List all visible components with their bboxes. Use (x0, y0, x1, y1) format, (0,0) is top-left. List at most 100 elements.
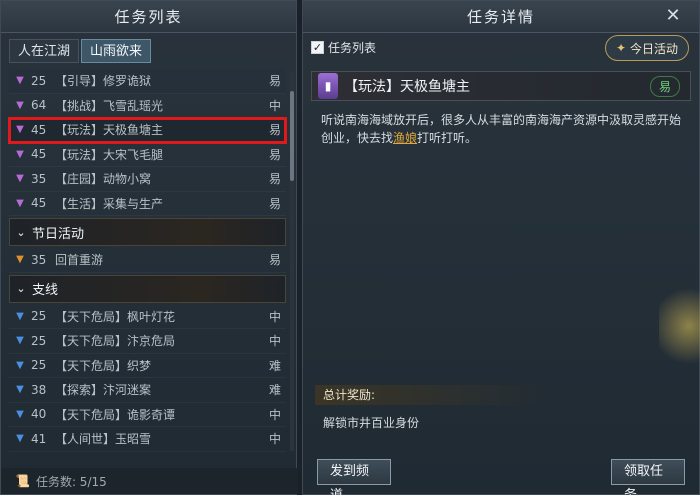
expand-arrow-icon: ▼ (16, 197, 24, 209)
daily-activity-button[interactable]: ✦ 今日活动 (605, 35, 689, 61)
quest-title: 【玩法】天极鱼塘主 (344, 79, 470, 95)
expand-arrow-icon: ▼ (16, 359, 24, 371)
task-row[interactable]: ▼ 41 【人间世】玉昭雪 中 (9, 427, 286, 452)
section-title: 支线 (32, 283, 59, 298)
task-name: 【生活】采集与生产 (55, 196, 164, 211)
reward-text: 解锁市井百业身份 (323, 416, 420, 430)
close-icon[interactable]: ✕ (663, 5, 685, 27)
task-name: 【人间世】玉昭雪 (55, 432, 152, 447)
task-difficulty: 难 (268, 383, 281, 398)
task-row[interactable]: ▼ 25 【天下危局】汴京危局 中 (9, 329, 286, 354)
task-difficulty: 中 (268, 98, 281, 113)
expand-arrow-icon: ▼ (16, 408, 24, 420)
task-difficulty: 易 (268, 74, 281, 89)
chevron-down-icon: ⌄ (16, 282, 26, 295)
task-difficulty: 中 (268, 407, 281, 422)
task-difficulty: 难 (268, 358, 281, 373)
daily-activity-label: 今日活动 (630, 41, 679, 56)
expand-arrow-icon: ▼ (16, 173, 24, 185)
chevron-down-icon: ⌄ (16, 225, 26, 239)
npc-link[interactable]: 渔娘 (393, 131, 417, 145)
task-name: 【庄园】动物小窝 (55, 172, 152, 187)
expand-arrow-icon: ▼ (16, 433, 24, 445)
task-row[interactable]: ▼ 25 【天下危局】枫叶灯花 中 (9, 305, 286, 329)
task-row[interactable]: ▼ 64 【挑战】飞雪乱瑶光 中 (9, 94, 286, 118)
task-row[interactable]: ▼ 45 【玩法】天极鱼塘主 易 (8, 117, 287, 144)
task-level: 25 (31, 73, 47, 88)
task-count-bar: 📜 任务数: 5/15 (1, 468, 298, 494)
task-level: 45 (31, 122, 47, 137)
accept-task-button[interactable]: 领取任务 (611, 459, 685, 495)
reward-label: 总计奖励: (315, 385, 555, 405)
task-name: 【探索】汴河迷案 (55, 383, 152, 398)
task-row[interactable]: ▼ 45 【生活】采集与生产 易 (9, 192, 286, 216)
task-level: 35 (31, 252, 47, 267)
task-list-header: 任务列表 (1, 1, 296, 33)
expand-arrow-icon: ▼ (16, 99, 24, 111)
task-level: 45 (31, 196, 47, 211)
section-header[interactable]: ⌄ 节日活动 (9, 218, 286, 246)
task-row[interactable]: ▼ 40 【天下危局】诡影奇谭 中 (9, 403, 286, 427)
task-level: 40 (31, 407, 47, 422)
task-difficulty: 易 (268, 172, 281, 187)
scrollbar-thumb[interactable] (290, 91, 294, 181)
task-count-label: 任务数: 5/15 (35, 474, 107, 489)
task-level: 25 (31, 358, 47, 373)
task-name: 【挑战】飞雪乱瑶光 (55, 98, 164, 113)
task-detail-header: 任务详情 ✕ (303, 1, 699, 33)
task-difficulty: 易 (268, 147, 281, 162)
task-difficulty: 易 (268, 123, 281, 138)
task-name: 【引导】修罗诡狱 (55, 74, 152, 89)
section-title: 节日活动 (32, 226, 85, 242)
scroll-icon: 📜 (15, 474, 30, 488)
quest-card-icon: ▮ (318, 73, 338, 99)
task-list-scrollbar[interactable] (290, 71, 294, 451)
section-header[interactable]: ⌄ 支线 (9, 274, 286, 303)
quest-difficulty-badge: 易 (649, 75, 680, 97)
expand-arrow-icon: ▼ (16, 310, 24, 322)
desc-text: 听说南海海域放开后，很多人从丰富的南海海产资源中汲取灵感开始创业，快去找 (321, 113, 682, 145)
desc-text-end: 打听打听。 (417, 131, 478, 145)
quest-description: 听说南海海域放开后，很多人从丰富的南海海产资源中汲取灵感开始创业，快去找渔娘打听… (321, 111, 691, 147)
task-name: 回首重游 (55, 253, 104, 268)
task-list: ▼ 25 【引导】修罗诡狱易 ▼ 64 【挑战】飞雪乱瑶光中 ▼ 45 【玩法】天极鱼塘主易 ▼ 4… (8, 69, 287, 452)
task-name: 【天下危局】汴京危局 (55, 334, 176, 349)
expand-arrow-icon: ▼ (16, 384, 24, 396)
task-name: 【天下危局】织梦 (55, 358, 152, 373)
expand-arrow-icon: ▼ (16, 335, 24, 347)
task-level: 35 (31, 171, 47, 186)
quest-title-bar: ▮ 【玩法】天极鱼塘主 易 (311, 71, 691, 101)
tab-1[interactable]: 山雨欲来 (81, 39, 152, 63)
expand-arrow-icon: ▼ (16, 124, 24, 136)
task-level: 25 (31, 333, 47, 348)
task-row[interactable]: ▼ 45 【玩法】大宋飞毛腿 易 (9, 143, 286, 167)
show-task-list-toggle[interactable]: ✓ 任务列表 (311, 39, 376, 56)
task-level: 64 (31, 98, 47, 113)
task-level: 38 (31, 382, 47, 397)
task-difficulty: 易 (268, 196, 281, 211)
task-row[interactable]: ▼ 35 【庄园】动物小窝 易 (9, 167, 286, 192)
send-to-channel-button[interactable]: 发到频道 (317, 459, 391, 495)
compass-icon: ✦ (615, 41, 627, 55)
task-detail-title: 任务详情 (466, 8, 535, 26)
task-level: 41 (31, 431, 47, 446)
task-row[interactable]: ▼ 35 回首重游 易 (9, 248, 286, 273)
expand-arrow-icon: ▼ (16, 148, 24, 160)
expand-arrow-icon: ▼ (16, 75, 24, 87)
expand-arrow-icon: ▼ (16, 254, 24, 266)
task-name: 【天下危局】枫叶灯花 (55, 309, 176, 324)
tab-0[interactable]: 人在江湖 (9, 39, 80, 63)
task-level: 25 (31, 309, 47, 324)
task-row[interactable]: ▼ 25 【天下危局】织梦 难 (9, 354, 286, 378)
task-row[interactable]: ▼ 25 【引导】修罗诡狱 易 (9, 69, 286, 94)
task-difficulty: 中 (268, 309, 281, 324)
task-name: 【玩法】天极鱼塘主 (55, 123, 164, 138)
decorative-glow (659, 281, 700, 371)
task-row[interactable]: ▼ 38 【探索】汴河迷案 难 (9, 378, 286, 403)
checkbox[interactable]: ✓ (311, 41, 324, 54)
task-level: 45 (31, 147, 47, 162)
task-detail-panel: 任务详情 ✕ ✓ 任务列表 ✦ 今日活动 ▮ 【玩法】天极鱼塘主 易 听说南海海… (302, 0, 700, 495)
task-difficulty: 易 (268, 253, 281, 268)
checkbox-label: 任务列表 (328, 41, 377, 55)
task-category-tabs: 人在江湖 山雨欲来 (9, 39, 152, 63)
